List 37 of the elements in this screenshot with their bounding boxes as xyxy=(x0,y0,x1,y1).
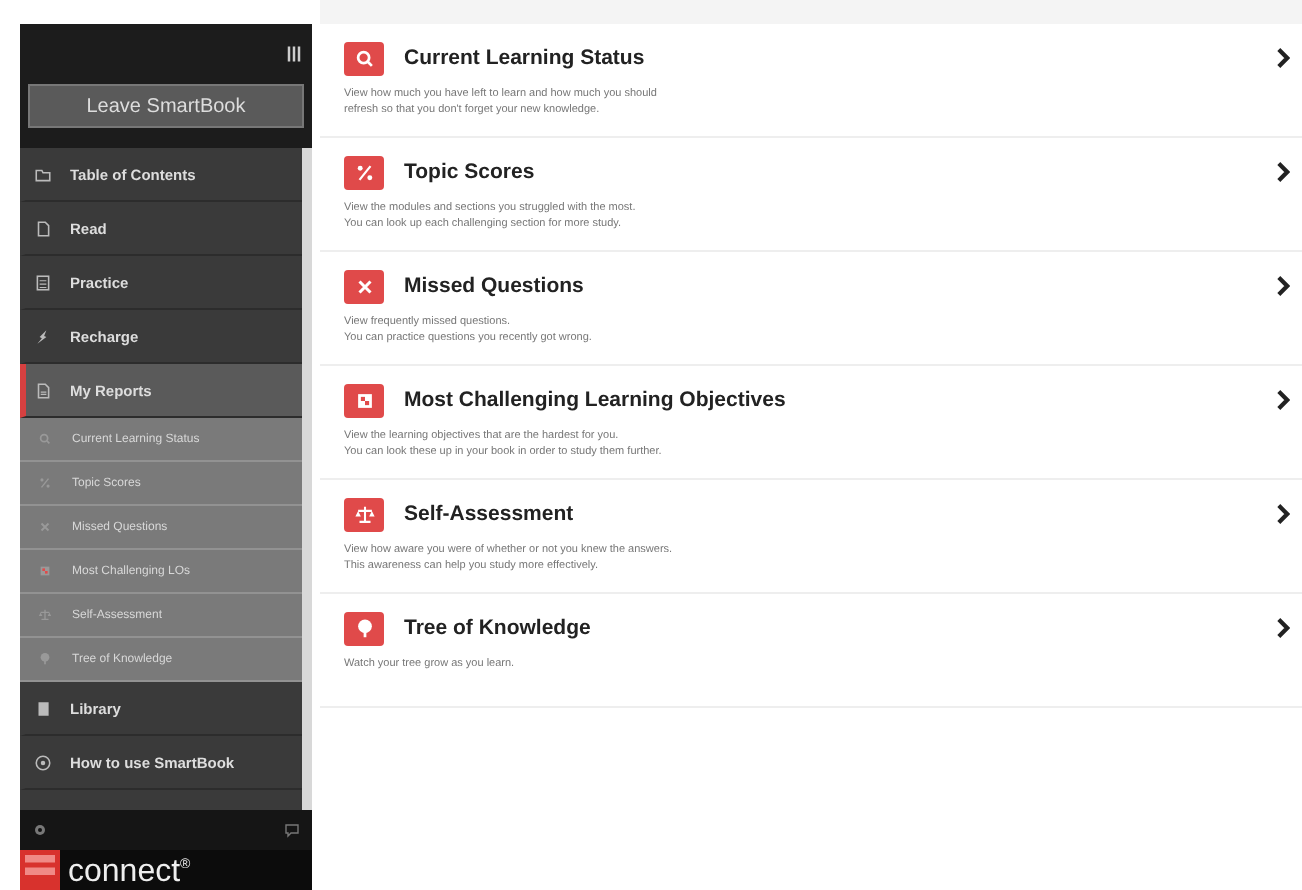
percent-icon xyxy=(344,155,384,189)
report-title: Topic Scores xyxy=(404,160,537,184)
report-title: Tree of Knowledge xyxy=(404,616,593,640)
tree-icon xyxy=(344,611,384,645)
search-icon xyxy=(344,41,384,75)
folder-icon xyxy=(34,165,52,183)
tree-icon xyxy=(38,652,52,666)
document-icon xyxy=(34,381,52,399)
search-icon xyxy=(38,432,52,446)
menu-icon xyxy=(284,42,304,66)
list-icon xyxy=(34,273,52,291)
chat-icon xyxy=(284,822,300,838)
close-icon xyxy=(38,520,52,534)
book-icon xyxy=(34,699,52,717)
scale-icon xyxy=(38,608,52,622)
squares-icon xyxy=(38,564,52,578)
percent-icon xyxy=(38,476,52,490)
chevron-right-icon xyxy=(1276,390,1290,410)
report-title: Current Learning Status xyxy=(404,46,647,70)
settings-icon xyxy=(32,822,48,838)
connect-logo: connect$^{®}$ xyxy=(68,853,191,890)
help-icon xyxy=(34,753,52,771)
chevron-right-icon xyxy=(1276,504,1290,524)
page-icon xyxy=(34,219,52,237)
squares-icon xyxy=(344,383,384,417)
chevron-right-icon xyxy=(1276,48,1290,68)
report-title: Most Challenging Learning Objectives xyxy=(404,388,788,412)
close-icon xyxy=(344,269,384,303)
publisher-logo-icon xyxy=(20,850,60,890)
chevron-right-icon xyxy=(1276,276,1290,296)
chevron-right-icon xyxy=(1276,618,1290,638)
report-title: Missed Questions xyxy=(404,274,586,298)
chevron-right-icon xyxy=(1276,162,1290,182)
scale-icon xyxy=(344,497,384,531)
leave-smartbook-button[interactable]: Leave SmartBook xyxy=(28,84,304,128)
report-title: Self-Assessment xyxy=(404,502,576,526)
lightning-icon xyxy=(34,327,52,345)
